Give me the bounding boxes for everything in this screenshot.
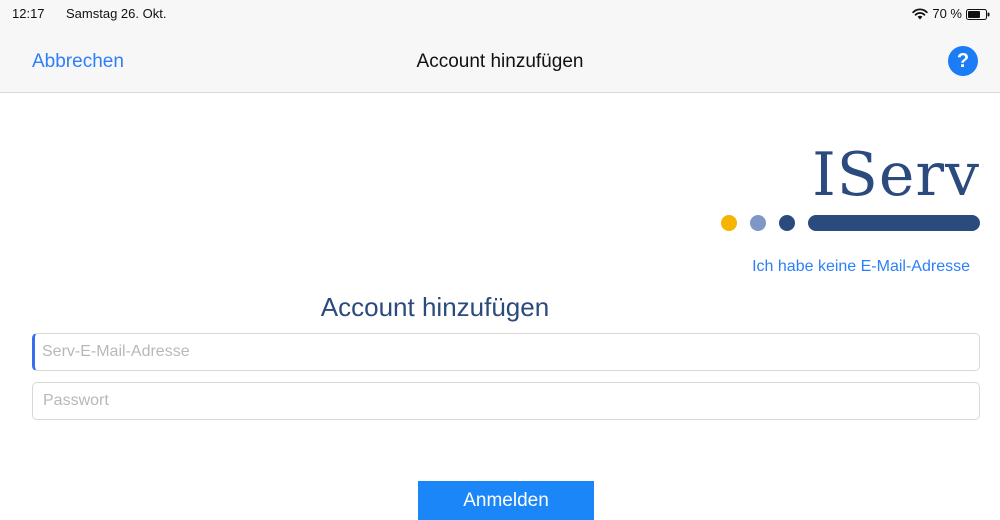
status-indicators: 70 % (912, 6, 990, 21)
logo-text: IServ (812, 140, 980, 210)
status-bar: 12:17 Samstag 26. Okt. 70 % (0, 0, 1000, 34)
logo-dots-graphic (721, 215, 980, 231)
email-field[interactable] (32, 333, 980, 371)
form-title: Account hinzufügen (320, 292, 550, 322)
logo-dot-lightblue (750, 215, 766, 231)
battery-percent: 70 % (932, 6, 962, 21)
logo-dot-yellow (721, 215, 737, 231)
logo-bar (808, 215, 980, 231)
status-time: 12:17 (12, 6, 45, 21)
no-email-link[interactable]: Ich habe keine E-Mail-Adresse (752, 258, 970, 276)
help-button[interactable]: ? (948, 46, 978, 76)
question-mark-icon: ? (956, 50, 970, 72)
navigation-bar: Abbrechen Account hinzufügen ? (0, 34, 1000, 93)
battery-icon (966, 8, 990, 20)
password-field[interactable] (32, 382, 980, 420)
login-button[interactable]: Anmelden (418, 481, 594, 520)
iserv-logo: IServ (700, 140, 990, 240)
wifi-icon (912, 7, 929, 20)
cancel-button[interactable]: Abbrechen (32, 51, 124, 73)
status-date: Samstag 26. Okt. (66, 6, 167, 21)
logo-dot-darkblue (779, 215, 795, 231)
nav-title: Account hinzufügen (416, 51, 584, 72)
